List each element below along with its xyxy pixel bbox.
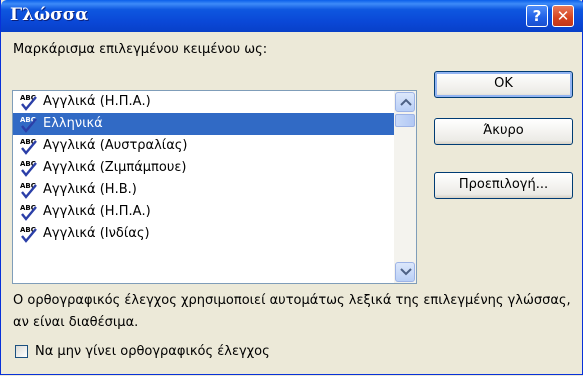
language-list-item[interactable]: ABC Αγγλικά (Αυστραλίας) bbox=[13, 135, 394, 157]
language-list-item[interactable]: ABC Αγγλικά (Ζιμπάμπουε) bbox=[13, 157, 394, 179]
language-label: Αγγλικά (Ινδίας) bbox=[43, 226, 150, 241]
language-label: Αγγλικά (Η.Π.Α.) bbox=[43, 204, 151, 219]
scroll-thumb[interactable] bbox=[395, 114, 415, 127]
chevron-up-icon bbox=[400, 98, 412, 106]
language-list-item[interactable]: ABC Αγγλικά (Η.Β.) bbox=[13, 179, 394, 201]
language-label: Αγγλικά (Αυστραλίας) bbox=[43, 138, 188, 153]
cancel-button[interactable]: Άκυρο bbox=[434, 118, 573, 145]
language-listbox[interactable]: ABC Αγγλικά (Η.Π.Α.) ABC Ελληνικά ABC Αγγλικά… bbox=[12, 90, 417, 284]
help-icon: ? bbox=[532, 7, 542, 25]
spellcheck-icon: ABC bbox=[20, 204, 37, 221]
language-label: Αγγλικά (Ζιμπάμπουε) bbox=[43, 160, 187, 175]
language-list-item[interactable]: ABC Αγγλικά (Ινδίας) bbox=[13, 223, 394, 245]
language-label: Αγγλικά (Η.Π.Α.) bbox=[43, 94, 151, 109]
chevron-down-icon bbox=[400, 268, 412, 276]
spellcheck-icon: ABC bbox=[20, 94, 37, 111]
list-label: Μαρκάρισμα επιλεγμένου κειμένου ως: bbox=[13, 42, 268, 57]
spellcheck-icon: ABC bbox=[20, 182, 37, 199]
no-spellcheck-label[interactable]: Να μην γίνει ορθογραφικός έλεγχος bbox=[35, 344, 270, 359]
language-label: Ελληνικά bbox=[43, 116, 103, 131]
dialog-title: Γλώσσα bbox=[10, 5, 89, 25]
spellcheck-icon: ABC bbox=[20, 138, 37, 155]
spellcheck-icon: ABC bbox=[20, 226, 37, 243]
spellcheck-icon: ABC bbox=[20, 116, 37, 133]
scroll-up-button[interactable] bbox=[395, 92, 415, 112]
vertical-scrollbar[interactable] bbox=[394, 91, 416, 283]
help-button[interactable]: ? bbox=[526, 5, 548, 27]
ok-button[interactable]: OK bbox=[434, 71, 573, 98]
language-dialog: Γλώσσα ? ✕ Μαρκάρισμα επιλεγμένου κειμέν… bbox=[0, 0, 583, 375]
no-spellcheck-checkbox[interactable] bbox=[15, 345, 28, 358]
spellcheck-icon: ABC bbox=[20, 160, 37, 177]
language-list: ABC Αγγλικά (Η.Π.Α.) ABC Ελληνικά ABC Αγγλικά… bbox=[13, 91, 394, 245]
language-list-item[interactable]: ABC Αγγλικά (Η.Π.Α.) bbox=[13, 91, 394, 113]
scroll-down-button[interactable] bbox=[395, 262, 415, 282]
close-icon: ✕ bbox=[556, 7, 570, 25]
info-text: Ο ορθογραφικός έλεγχος χρησιμοποιεί αυτο… bbox=[13, 293, 571, 330]
close-button[interactable]: ✕ bbox=[552, 5, 574, 27]
language-list-item[interactable]: ABC Αγγλικά (Η.Π.Α.) bbox=[13, 201, 394, 223]
language-list-item[interactable]: ABC Ελληνικά bbox=[13, 113, 394, 135]
language-label: Αγγλικά (Η.Β.) bbox=[43, 182, 137, 197]
default-button[interactable]: Προεπιλογή... bbox=[434, 172, 573, 199]
title-bar[interactable]: Γλώσσα ? ✕ bbox=[1, 0, 583, 32]
